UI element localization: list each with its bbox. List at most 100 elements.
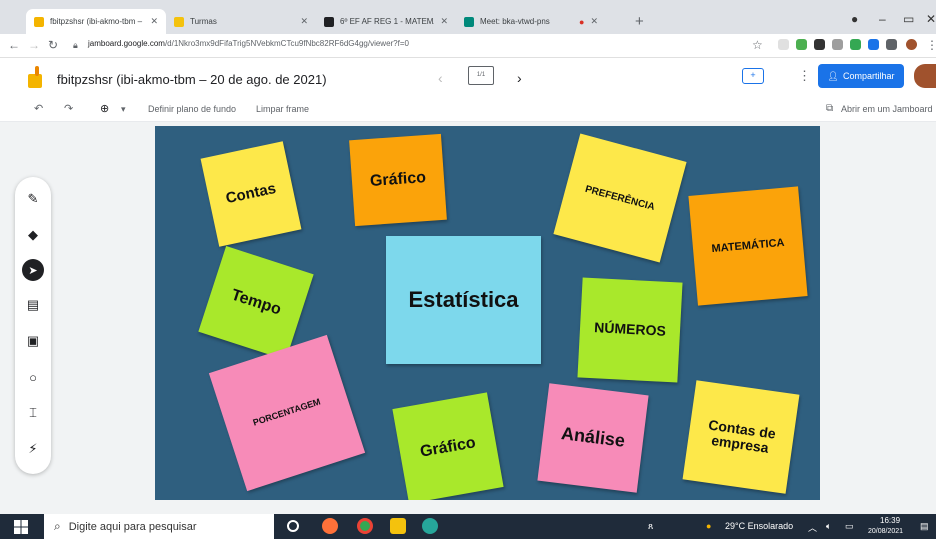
close-tab-icon[interactable]: ✕ <box>300 16 308 27</box>
text-box-icon[interactable]: ⌶ <box>24 404 42 422</box>
sticky-note[interactable]: Gráfico <box>349 133 447 227</box>
clock-date[interactable]: 20/08/2021 <box>868 528 903 535</box>
tool-palette <box>15 177 51 474</box>
profile-dot-icon[interactable]: ● <box>851 12 858 26</box>
notifications-icon[interactable]: ▤ <box>920 521 929 532</box>
tab-meet[interactable]: Meet: bka-vtwd-pns ● ✕ <box>456 9 606 34</box>
tab-title: fbitpzshsr (ibi-akmo-tbm – 20 de <box>50 17 144 26</box>
sticky-note[interactable]: Análise <box>537 383 649 493</box>
recording-dot-icon: ● <box>579 16 585 27</box>
jam-canvas[interactable]: Contas Gráfico PREFERÊNCIA MATEMÁTICA Es… <box>155 126 820 500</box>
extension-icon[interactable] <box>814 39 825 50</box>
weather-sun-icon: ● <box>706 521 712 531</box>
windows-start-icon[interactable] <box>14 520 28 534</box>
close-window-icon[interactable]: ✕ <box>926 12 936 26</box>
keyboard-icon[interactable]: ▭ <box>845 521 854 532</box>
frame-toolbar <box>0 98 936 122</box>
app-icon[interactable] <box>422 518 438 534</box>
extension-icon[interactable] <box>796 39 807 50</box>
browser-tab-strip: fbitpzshsr (ibi-akmo-tbm – 20 de ✕ Turma… <box>0 0 936 34</box>
sticky-note[interactable]: PREFERÊNCIA <box>553 133 687 263</box>
tab-matematica[interactable]: 6º EF AF REG 1 - MATEMÁTICA - ✕ <box>316 9 456 34</box>
extension-icon[interactable] <box>868 39 879 50</box>
maximize-icon[interactable]: ▭ <box>903 12 914 26</box>
chrome-icon[interactable] <box>357 518 373 534</box>
taskbar-search-input[interactable]: ⌕ Digite aqui para pesquisar <box>44 514 274 539</box>
extension-icon[interactable] <box>832 39 843 50</box>
url-path: /d/1Nkro3mx9dFifaTrig5NVebkmCTcu9fNbc82R… <box>164 39 409 48</box>
extension-icon[interactable] <box>850 39 861 50</box>
url-domain: jamboard.google.com <box>88 39 165 48</box>
tab-turmas[interactable]: Turmas ✕ <box>166 9 316 34</box>
image-icon[interactable]: ▣ <box>24 332 42 350</box>
profile-avatar-icon[interactable] <box>906 39 917 50</box>
open-in-jamboard-button[interactable]: Abrir em um Jamboard <box>841 104 933 114</box>
forward-icon[interactable]: → <box>28 38 40 52</box>
menu-dots-icon[interactable]: ⋮ <box>926 38 936 52</box>
new-tab-button[interactable]: + <box>635 13 644 30</box>
more-options-icon[interactable]: ⋮ <box>798 68 811 84</box>
sticky-note[interactable]: Tempo <box>198 245 314 361</box>
clear-frame-button[interactable]: Limpar frame <box>256 104 309 114</box>
select-cursor-icon[interactable]: ➤ <box>22 259 44 281</box>
jamboard-favicon-icon <box>34 16 44 27</box>
address-bar: ← → ↻ 🔒︎ jamboard.google.com/d/1Nkro3mx9… <box>0 34 936 58</box>
back-icon[interactable]: ← <box>8 38 20 52</box>
tab-title: 6º EF AF REG 1 - MATEMÁTICA - <box>340 17 434 26</box>
reload-icon[interactable]: ↻ <box>48 38 58 52</box>
url-field[interactable]: jamboard.google.com/d/1Nkro3mx9dFifaTrig… <box>88 39 409 48</box>
cortana-icon[interactable] <box>287 520 299 532</box>
eraser-icon[interactable]: ◆ <box>24 226 42 244</box>
document-title: fbitpzshsr (ibi-akmo-tbm – 20 de ago. de… <box>57 72 327 87</box>
bookmark-star-icon[interactable]: ☆ <box>752 38 763 52</box>
extension-icon[interactable] <box>778 39 789 50</box>
next-frame-icon[interactable]: › <box>517 70 522 86</box>
tray-chevron-icon[interactable]: ︿ <box>808 521 817 534</box>
sticky-note[interactable]: PORCENTAGEM <box>208 334 366 492</box>
people-icon[interactable]: ጸ <box>648 521 653 532</box>
volume-icon[interactable]: 🔈︎ <box>826 521 831 532</box>
pen-icon[interactable]: ✎ <box>24 190 42 208</box>
sticky-note[interactable]: Gráfico <box>392 392 504 500</box>
puzzle-icon[interactable] <box>886 39 897 50</box>
tab-jamboard[interactable]: fbitpzshsr (ibi-akmo-tbm – 20 de ✕ <box>26 9 166 34</box>
close-tab-icon[interactable]: ✕ <box>150 16 158 27</box>
classroom-favicon-icon <box>324 16 334 27</box>
sticky-note[interactable]: Contas <box>200 141 302 247</box>
search-placeholder: Digite aqui para pesquisar <box>68 520 197 533</box>
frame-thumbnail[interactable]: 1/1 <box>468 66 494 85</box>
share-label: Compartilhar <box>842 71 895 81</box>
tab-title: Turmas <box>190 17 217 26</box>
close-tab-icon[interactable]: ✕ <box>440 16 448 27</box>
set-background-button[interactable]: Definir plano de fundo <box>148 104 236 114</box>
tab-title: Meet: bka-vtwd-pns <box>480 17 550 26</box>
zoom-dropdown-icon[interactable]: ▾ <box>121 104 126 115</box>
close-tab-icon[interactable]: ✕ <box>590 16 598 27</box>
share-button[interactable]: 👤︎ Compartilhar <box>818 64 904 88</box>
sticky-note[interactable]: Estatística <box>386 236 541 364</box>
sticky-note[interactable]: MATEMÁTICA <box>688 186 808 306</box>
classroom-favicon-icon <box>174 16 184 27</box>
lock-icon[interactable]: 🔒︎ <box>73 40 78 51</box>
prev-frame-icon[interactable]: ‹ <box>438 70 443 86</box>
search-icon: ⌕ <box>54 519 61 533</box>
zoom-icon[interactable]: ⊕ <box>100 102 109 115</box>
clock-time[interactable]: 16:39 <box>880 516 900 525</box>
sticky-note[interactable]: NÚMEROS <box>577 277 683 383</box>
circle-shape-icon[interactable]: ○ <box>24 368 42 386</box>
open-in-jamboard-icon[interactable]: ⧉ <box>826 103 833 114</box>
sticky-note-icon[interactable]: ▤ <box>24 296 42 314</box>
jamboard-logo-icon <box>28 66 42 88</box>
minimize-icon[interactable]: – <box>879 12 886 26</box>
user-avatar[interactable] <box>914 64 936 88</box>
sticky-note[interactable]: Contas de empresa <box>682 380 800 494</box>
file-explorer-icon[interactable] <box>390 518 406 534</box>
firefox-icon[interactable] <box>322 518 338 534</box>
present-icon[interactable]: + <box>742 68 764 84</box>
weather-status[interactable]: 29°C Ensolarado <box>725 521 793 531</box>
laser-icon[interactable]: ⚡︎ <box>24 440 42 458</box>
undo-icon[interactable]: ↶ <box>34 102 43 115</box>
redo-icon[interactable]: ↷ <box>64 102 73 115</box>
person-icon: 👤︎ <box>827 70 839 81</box>
meet-favicon-icon <box>464 16 474 27</box>
